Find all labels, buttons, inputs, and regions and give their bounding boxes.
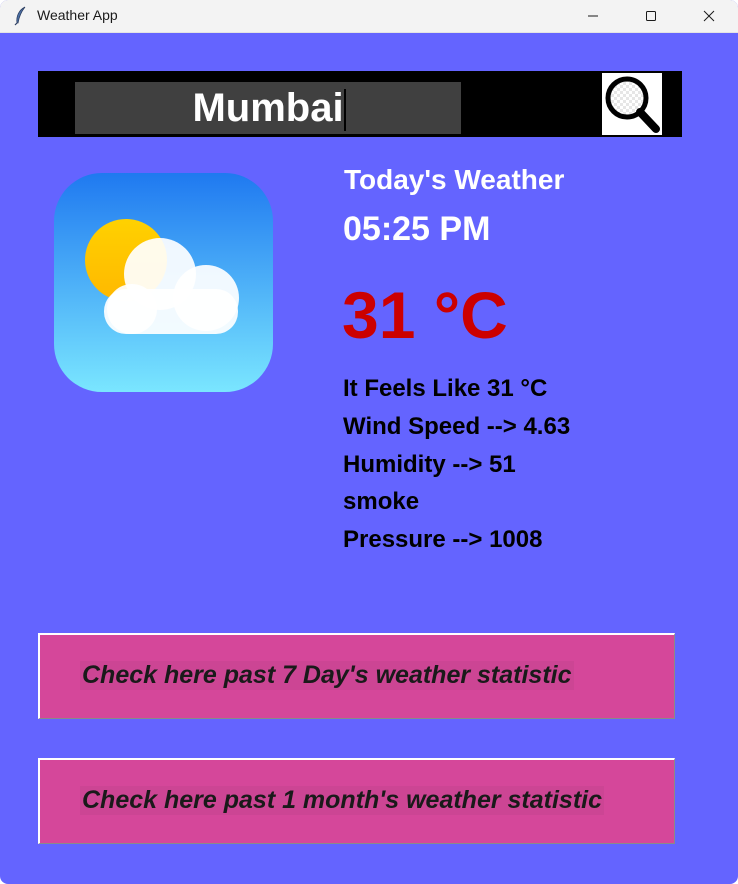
wind-speed-label: Wind Speed --> 4.63 [343, 413, 571, 440]
humidity-label: Humidity --> 51 [343, 451, 516, 478]
close-icon [703, 10, 715, 22]
temperature-value: 31 °C [342, 278, 508, 352]
search-icon [605, 76, 660, 133]
app-window: Weather App Mumbai Today's Weather 05:25… [0, 0, 738, 884]
current-time: 05:25 PM [343, 210, 491, 248]
minimize-icon [588, 15, 598, 17]
city-search-input[interactable] [75, 82, 461, 134]
close-button[interactable] [686, 0, 732, 32]
weather-description: smoke [343, 488, 420, 515]
maximize-button[interactable] [628, 0, 674, 32]
search-button[interactable] [602, 73, 662, 135]
feels-like-label: It Feels Like 31 °C [343, 375, 548, 402]
pressure-label: Pressure --> 1008 [343, 526, 543, 553]
past-7-days-button[interactable]: Check here past 7 Day's weather statisti… [38, 633, 675, 719]
window-title: Weather App [37, 7, 118, 23]
minimize-button[interactable] [570, 0, 616, 32]
past-1-month-button[interactable]: Check here past 1 month's weather statis… [38, 758, 675, 844]
todays-weather-heading: Today's Weather [344, 164, 565, 195]
past-1-month-label: Check here past 1 month's weather statis… [80, 786, 605, 815]
feather-icon [12, 6, 30, 26]
title-bar[interactable]: Weather App [0, 0, 738, 33]
past-7-days-label: Check here past 7 Day's weather statisti… [80, 661, 574, 690]
search-bar [38, 71, 682, 137]
text-caret [344, 89, 346, 131]
maximize-icon [646, 11, 656, 21]
partly-cloudy-icon [54, 173, 273, 392]
